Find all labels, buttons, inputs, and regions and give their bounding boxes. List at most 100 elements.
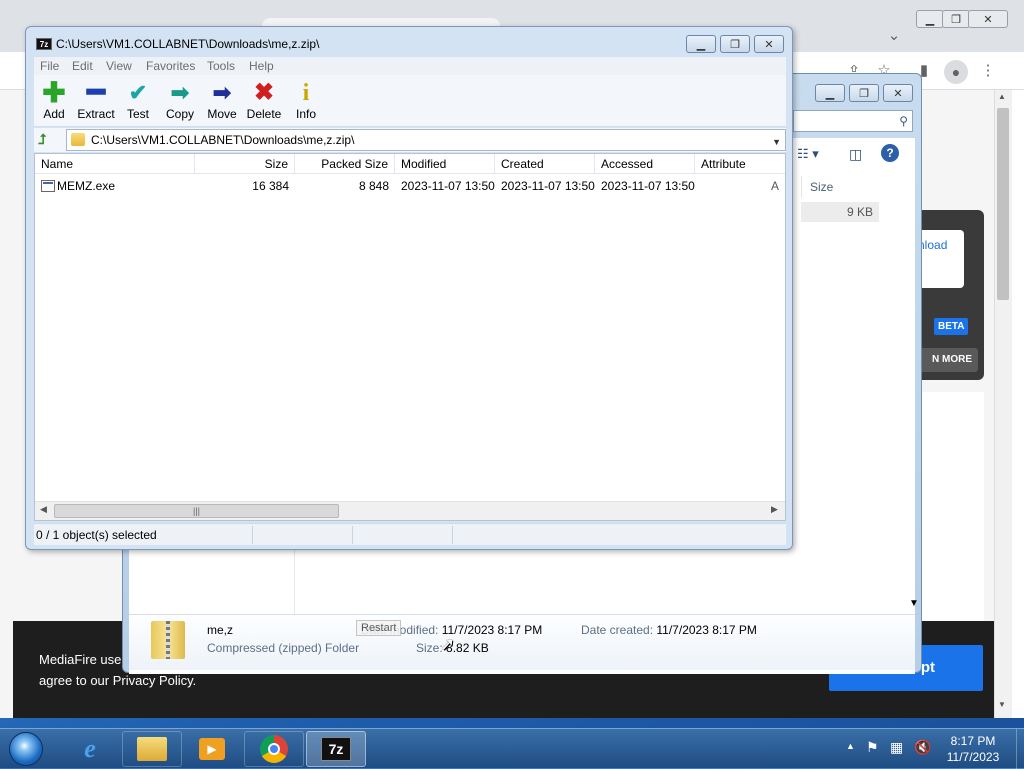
mediafire-panel	[912, 392, 984, 622]
file-size: 16 384	[252, 179, 289, 193]
zip-zipper-icon	[166, 621, 170, 659]
help-icon[interactable]: ?	[881, 144, 899, 162]
col-size[interactable]: Size	[195, 154, 295, 174]
scroll-down-arrow-icon[interactable]: ▼	[998, 700, 1006, 709]
menu-tools[interactable]: Tools	[207, 59, 235, 73]
7zip-app-icon: 7z	[36, 38, 52, 50]
profile-icon[interactable]: ●	[944, 60, 968, 84]
date-created-label: Date created:	[581, 623, 654, 637]
search-icon: ⚲	[899, 114, 908, 128]
move-label: Move	[207, 107, 237, 121]
volume-muted-icon[interactable]: 🔇	[914, 739, 931, 756]
date-modified-value: 11/7/2023 8:17 PM	[441, 623, 543, 637]
test-button[interactable]: ✔ Test	[116, 79, 160, 121]
col-packed-size[interactable]: Packed Size	[295, 154, 395, 174]
menu-favorites[interactable]: Favorites	[146, 59, 195, 73]
clock[interactable]: 8:17 PM 11/7/2023	[930, 733, 1016, 765]
explorer-close-button[interactable]: ✕	[883, 84, 913, 102]
show-desktop-button[interactable]	[1016, 729, 1024, 769]
view-options-icon[interactable]: ☷ ▾	[797, 146, 819, 162]
file-modified: 2023-11-07 13:50	[401, 179, 495, 193]
menu-file[interactable]: File	[40, 59, 59, 73]
network-icon[interactable]: ▦	[890, 739, 903, 756]
detail-file-name: me,z	[207, 623, 234, 637]
explorer-size-value: 9 KB	[801, 202, 879, 222]
minus-icon: ━	[86, 76, 106, 109]
status-separator	[352, 526, 353, 544]
horizontal-scrollbar-thumb[interactable]: |||	[54, 504, 339, 518]
path-text: C:\Users\VM1.COLLABNET\Downloads\me,z.zi…	[91, 133, 355, 147]
col-attributes[interactable]: Attribute	[695, 154, 785, 174]
tray-expand-icon[interactable]: ▲	[846, 741, 855, 751]
scroll-up-arrow-icon[interactable]: ▲	[998, 92, 1006, 101]
path-bar: ⮥ C:\Users\VM1.COLLABNET\Downloads\me,z.…	[34, 128, 786, 152]
taskbar: e ▶ 7z ▲ ⚑ ▦ 🔇 8:17 PM 11/7/2023	[0, 728, 1024, 769]
status-separator	[452, 526, 453, 544]
close-button[interactable]: ✕	[754, 35, 784, 53]
file-accessed: 2023-11-07 13:50	[601, 179, 695, 193]
info-button[interactable]: i Info	[284, 79, 328, 121]
copy-button[interactable]: ➡ Copy	[158, 79, 202, 121]
add-button[interactable]: ✚ Add	[32, 79, 76, 122]
file-list: Name Size Packed Size Modified Created A…	[34, 153, 786, 521]
chrome-minimize-button[interactable]: ▁	[916, 10, 944, 28]
explorer-maximize-button[interactable]: ❐	[849, 84, 879, 102]
minimize-button[interactable]: ▁	[686, 35, 716, 53]
start-button[interactable]	[4, 729, 48, 769]
taskbar-media-player[interactable]: ▶	[182, 731, 242, 767]
menu-help[interactable]: Help	[249, 59, 274, 73]
path-input[interactable]: C:\Users\VM1.COLLABNET\Downloads\me,z.zi…	[66, 129, 786, 151]
taskbar-explorer[interactable]	[122, 731, 182, 767]
taskbar-chrome[interactable]	[244, 731, 304, 767]
scroll-left-arrow-icon[interactable]: ◀	[40, 504, 47, 515]
status-text: 0 / 1 object(s) selected	[36, 528, 157, 542]
beta-badge: BETA	[934, 318, 969, 335]
chrome-scrollbar-thumb[interactable]	[997, 108, 1009, 300]
taskbar-7zip[interactable]: 7z	[306, 731, 366, 767]
move-button[interactable]: ➡ Move	[200, 79, 244, 121]
detail-date-created: Date created: 11/7/2023 8:17 PM	[581, 623, 757, 637]
info-label: Info	[295, 107, 316, 121]
explorer-minimize-button[interactable]: ▁	[815, 84, 845, 102]
windows-logo-icon	[9, 732, 43, 766]
taskbar-ie[interactable]: e	[60, 731, 120, 767]
clock-time: 8:17 PM	[950, 734, 996, 748]
col-modified[interactable]: Modified	[395, 154, 495, 174]
explorer-details-pane: me,z Compressed (zipped) Folder Date mod…	[129, 614, 915, 670]
file-packed-size: 8 848	[358, 179, 389, 193]
preview-pane-icon[interactable]: ◫	[849, 146, 862, 163]
explorer-size-column-header[interactable]: Size	[801, 176, 887, 198]
restart-tooltip: Restart	[356, 620, 402, 636]
detail-file-type: Compressed (zipped) Folder	[207, 641, 360, 655]
folder-up-icon[interactable]: ⮥	[38, 131, 46, 148]
chrome-maximize-button[interactable]: ❐	[942, 10, 970, 28]
col-accessed[interactable]: Accessed	[595, 154, 695, 174]
delete-button[interactable]: ✖ Delete	[242, 79, 286, 121]
explorer-search-input[interactable]: ⚲	[793, 110, 913, 132]
date-created-value: 11/7/2023 8:17 PM	[656, 623, 757, 637]
test-label: Test	[126, 107, 149, 121]
arrow-right-icon: ➡	[170, 80, 190, 105]
size-label: Size:	[416, 641, 443, 655]
menu-edit[interactable]: Edit	[72, 59, 93, 73]
ie-icon: e	[84, 734, 96, 763]
menu-bar: File Edit View Favorites Tools Help	[34, 57, 786, 75]
maximize-button[interactable]: ❐	[720, 35, 750, 53]
chevron-down-icon[interactable]: ⌄	[884, 26, 904, 44]
chevron-down-icon[interactable]: ▼	[772, 132, 781, 152]
action-center-icon[interactable]: ⚑	[866, 739, 879, 756]
chrome-close-button[interactable]: ✕	[968, 10, 1008, 28]
kebab-menu-icon[interactable]: ⋮	[978, 61, 998, 79]
extract-button[interactable]: ━ Extract	[74, 76, 118, 122]
7zip-window: 7z C:\Users\VM1.COLLABNET\Downloads\me,z…	[25, 26, 793, 550]
check-icon: ✔	[128, 80, 148, 105]
menu-view[interactable]: View	[106, 59, 132, 73]
file-attributes: A	[770, 179, 779, 193]
dropdown-arrow-icon[interactable]: ▼	[909, 598, 919, 609]
col-name[interactable]: Name	[35, 154, 195, 174]
file-list-header: Name Size Packed Size Modified Created A…	[35, 154, 785, 174]
scroll-right-arrow-icon[interactable]: ▶	[771, 504, 778, 515]
col-created[interactable]: Created	[495, 154, 595, 174]
horizontal-scrollbar[interactable]: ◀ ||| ▶	[35, 501, 785, 520]
table-row[interactable]: MEMZ.exe 16 384 8 848 2023-11-07 13:50 2…	[35, 176, 785, 196]
